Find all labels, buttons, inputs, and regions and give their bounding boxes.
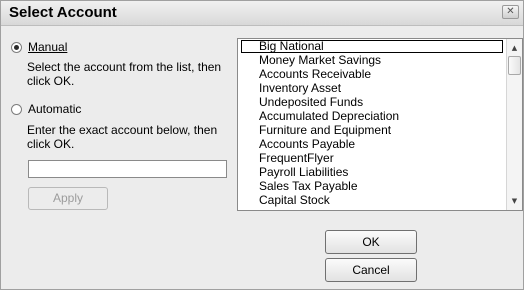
account-list-item[interactable]: Sales Tax Payable [238, 179, 506, 193]
account-list-item[interactable]: Accounts Receivable [238, 67, 506, 81]
account-list-items: Big National Money Market Savings Accounts… [238, 39, 506, 207]
close-icon: ✕ [506, 6, 515, 17]
account-name-input[interactable] [28, 160, 227, 178]
apply-button[interactable]: Apply [28, 187, 108, 210]
automatic-radio[interactable] [11, 103, 22, 115]
cancel-button[interactable]: Cancel [325, 258, 417, 282]
account-list-item[interactable]: Money Market Savings [238, 53, 506, 67]
manual-help-text: Select the account from the list, then c… [27, 60, 222, 88]
automatic-help-text: Enter the exact account below, then clic… [27, 123, 218, 151]
dialog-title: Select Account [9, 4, 117, 21]
account-list-scrollbar[interactable]: ▲ ▼ [506, 39, 522, 210]
account-list-item[interactable]: Inventory Asset [238, 81, 506, 95]
manual-radio-label[interactable]: Manual [28, 40, 67, 54]
account-list-item[interactable]: Payroll Liabilities [238, 165, 506, 179]
manual-radio[interactable] [11, 41, 22, 53]
scroll-down-icon[interactable]: ▼ [507, 194, 522, 208]
account-list-item[interactable]: Accounts Payable [238, 137, 506, 151]
scroll-thumb[interactable] [508, 56, 521, 75]
account-list-item[interactable]: Capital Stock [238, 193, 506, 207]
account-list-item[interactable]: Undeposited Funds [238, 95, 506, 109]
automatic-radio-label[interactable]: Automatic [28, 102, 81, 116]
title-bar[interactable]: Select Account ✕ [1, 1, 523, 26]
ok-button[interactable]: OK [325, 230, 417, 254]
close-button[interactable]: ✕ [502, 5, 519, 19]
account-list-item[interactable]: Furniture and Equipment [238, 123, 506, 137]
select-account-dialog: Select Account ✕ Manual Select the accou… [0, 0, 524, 290]
account-list-item[interactable]: Big National [241, 40, 503, 53]
account-list-item[interactable]: FrequentFlyer [238, 151, 506, 165]
automatic-option[interactable]: Automatic [11, 102, 81, 116]
manual-option[interactable]: Manual [11, 40, 67, 54]
account-list-item[interactable]: Accumulated Depreciation [238, 109, 506, 123]
scroll-up-icon[interactable]: ▲ [507, 41, 522, 55]
account-list[interactable]: Big National Money Market Savings Accounts… [237, 38, 523, 211]
